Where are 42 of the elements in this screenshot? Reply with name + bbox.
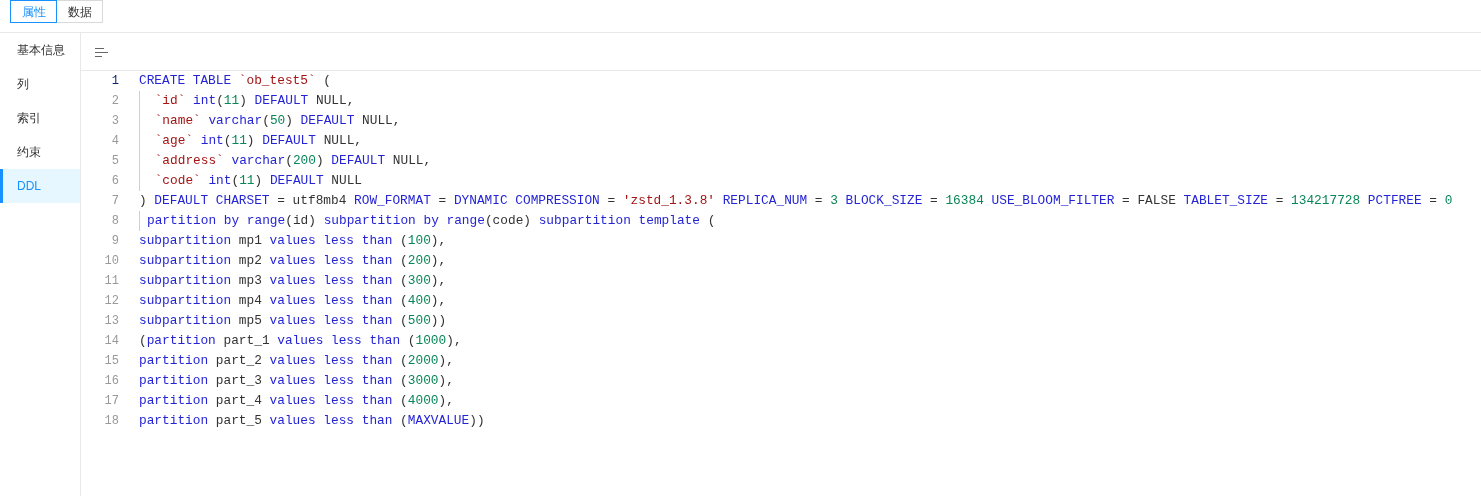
line-number: 1 xyxy=(110,73,119,90)
code-line: `code` int(11) DEFAULT NULL xyxy=(139,171,363,191)
code-line: (partition part_1 values less than (1000), xyxy=(139,332,462,350)
line-number: 3 xyxy=(110,113,119,130)
code-line: partition part_4 values less than (4000), xyxy=(139,392,454,410)
code-line: `name` varchar(50) DEFAULT NULL, xyxy=(139,111,401,131)
code-line: `address` varchar(200) DEFAULT NULL, xyxy=(139,151,432,171)
sidebar-item[interactable]: 索引 xyxy=(0,101,80,135)
code-line: subpartition mp1 values less than (100), xyxy=(139,232,447,250)
sidebar-item[interactable]: 列 xyxy=(0,67,80,101)
code-line: subpartition mp3 values less than (300), xyxy=(139,272,447,290)
code-line: partition by range(id) subpartition by range(code) subpartition template ( xyxy=(139,211,716,231)
code-line: CREATE TABLE `ob_test5` ( xyxy=(139,72,331,90)
line-number: 11 xyxy=(103,273,119,290)
code-line: subpartition mp5 values less than (500)) xyxy=(139,312,447,330)
line-number: 13 xyxy=(103,313,119,330)
code-line: `age` int(11) DEFAULT NULL, xyxy=(139,131,363,151)
sidebar-item[interactable]: 约束 xyxy=(0,135,80,169)
line-number: 9 xyxy=(110,233,119,250)
code-line: `id` int(11) DEFAULT NULL, xyxy=(139,91,355,111)
line-number: 6 xyxy=(110,173,119,190)
code-line: partition part_2 values less than (2000), xyxy=(139,352,454,370)
line-number: 17 xyxy=(103,393,119,410)
line-number: 18 xyxy=(103,413,119,430)
sidebar-item[interactable]: 基本信息 xyxy=(0,33,80,67)
line-number: 14 xyxy=(103,333,119,350)
line-number: 5 xyxy=(110,153,119,170)
code-line: subpartition mp4 values less than (400), xyxy=(139,292,447,310)
line-number: 2 xyxy=(110,93,119,110)
line-number: 15 xyxy=(103,353,119,370)
code-line: partition part_5 values less than (MAXVALUE)) xyxy=(139,412,485,430)
code-line: ) DEFAULT CHARSET = utf8mb4 ROW_FORMAT = DYNAMIC COMPRESSION = 'zstd_1.3.8' REPLICA_NUM = 3 BLOCK_SIZE = 16384 USE_BLOOM_FILTER = FALSE TABLET_SIZE = 134217728 PCTFREE = 0 xyxy=(139,192,1453,210)
line-number: 16 xyxy=(103,373,119,390)
format-icon[interactable] xyxy=(95,46,108,58)
line-number: 4 xyxy=(110,133,119,150)
tab[interactable]: 数据 xyxy=(56,0,103,23)
code-line: subpartition mp2 values less than (200), xyxy=(139,252,447,270)
line-number: 12 xyxy=(103,293,119,310)
line-number: 10 xyxy=(103,253,119,270)
code-line: partition part_3 values less than (3000), xyxy=(139,372,454,390)
line-number: 7 xyxy=(110,193,119,210)
line-number: 8 xyxy=(110,213,119,230)
